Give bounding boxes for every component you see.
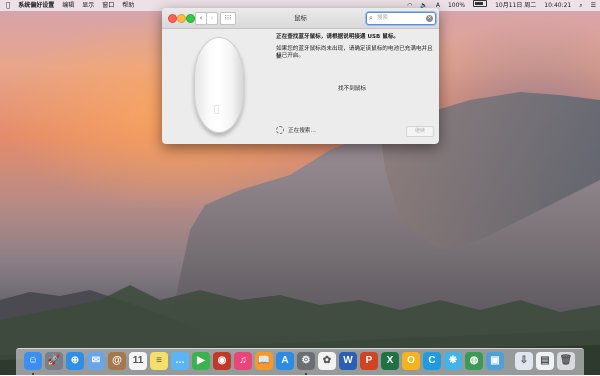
photo-booth-icon[interactable]: ◉ bbox=[213, 352, 231, 370]
qq-browser-icon[interactable]: O bbox=[402, 352, 420, 370]
menu-time[interactable]: 10:40:21 bbox=[540, 0, 575, 11]
continue-button[interactable]: 继续 bbox=[406, 126, 434, 137]
documents-folder-icon[interactable]: ▤ bbox=[536, 352, 554, 370]
mouse-preferences-window: ‹ › ⁝⁝⁝ 鼠标 ⌕ 搜索 ×  正在查找蓝牙鼠标，请根据说明接通 USB… bbox=[162, 8, 439, 144]
menu-date[interactable]: 10月11日 周二 bbox=[491, 0, 540, 11]
search-status: 正在搜索… bbox=[276, 126, 316, 134]
preview-icon[interactable]: ▣ bbox=[486, 352, 504, 370]
menu-item-view[interactable]: 显示 bbox=[78, 0, 98, 11]
apple-icon[interactable]:  bbox=[0, 0, 14, 11]
battery-icon[interactable] bbox=[469, 0, 491, 11]
magic-mouse-image:  bbox=[194, 37, 244, 133]
menu-item-help[interactable]: 帮助 bbox=[118, 0, 138, 11]
menu-item-window[interactable]: 窗口 bbox=[98, 0, 118, 11]
search-placeholder: 搜索 bbox=[377, 15, 389, 21]
instructions-line-2: 标已开启。 bbox=[276, 53, 304, 59]
globe-app-icon[interactable]: ◍ bbox=[465, 352, 483, 370]
search-field[interactable]: ⌕ 搜索 × bbox=[366, 12, 436, 25]
finder-icon[interactable]: ☺ bbox=[24, 352, 42, 370]
menu-item-edit[interactable]: 编辑 bbox=[58, 0, 78, 11]
search-icon: ⌕ bbox=[369, 14, 373, 22]
window-titlebar: ‹ › ⁝⁝⁝ 鼠标 ⌕ 搜索 × bbox=[162, 8, 439, 29]
spinner-icon bbox=[276, 126, 284, 134]
notes-icon[interactable]: ≡ bbox=[150, 352, 168, 370]
photos-icon[interactable]: ✿ bbox=[318, 352, 336, 370]
contacts-icon[interactable]: @ bbox=[108, 352, 126, 370]
calendar-icon[interactable]: 11 bbox=[129, 352, 147, 370]
dock: ☺ 🚀 ⊕ ✉ @11 ≡… ▶ ◉ ♫ 📖 A ⚙ ✿ W P X O C ❋ ◍ ▣ ⇩ ▤ 🗑 bbox=[16, 348, 584, 376]
safari-icon[interactable]: ⊕ bbox=[66, 352, 84, 370]
searching-label: 正在搜索… bbox=[288, 128, 316, 134]
c-app-icon[interactable]: C bbox=[423, 352, 441, 370]
battery-percent[interactable]: 100% bbox=[444, 0, 469, 11]
searching-heading: 正在查找蓝牙鼠标，请根据说明接通 USB 鼠标。 bbox=[276, 34, 400, 40]
clear-search-icon[interactable]: × bbox=[426, 15, 433, 22]
no-mouse-found: 找不到鼠标 bbox=[338, 86, 366, 92]
trash-icon[interactable]: 🗑 bbox=[557, 352, 575, 370]
menu-app-name[interactable]: 系统偏好设置 bbox=[14, 0, 58, 11]
app-store-icon[interactable]: A bbox=[276, 352, 294, 370]
ibooks-icon[interactable]: 📖 bbox=[255, 352, 273, 370]
facetime-icon[interactable]: ▶ bbox=[192, 352, 210, 370]
apple-logo-icon:  bbox=[214, 105, 223, 115]
word-icon[interactable]: W bbox=[339, 352, 357, 370]
excel-icon[interactable]: X bbox=[381, 352, 399, 370]
notification-center-icon[interactable]: ☰ bbox=[587, 0, 600, 11]
downloads-folder-icon[interactable]: ⇩ bbox=[515, 352, 533, 370]
mail-icon[interactable]: ✉ bbox=[87, 352, 105, 370]
messages-icon[interactable]: … bbox=[171, 352, 189, 370]
wechat-icon[interactable]: ❋ bbox=[444, 352, 462, 370]
system-preferences-icon[interactable]: ⚙ bbox=[297, 352, 315, 370]
powerpoint-icon[interactable]: P bbox=[360, 352, 378, 370]
itunes-icon[interactable]: ♫ bbox=[234, 352, 252, 370]
launchpad-icon[interactable]: 🚀 bbox=[45, 352, 63, 370]
spotlight-icon[interactable]: ⌕ bbox=[575, 0, 586, 11]
